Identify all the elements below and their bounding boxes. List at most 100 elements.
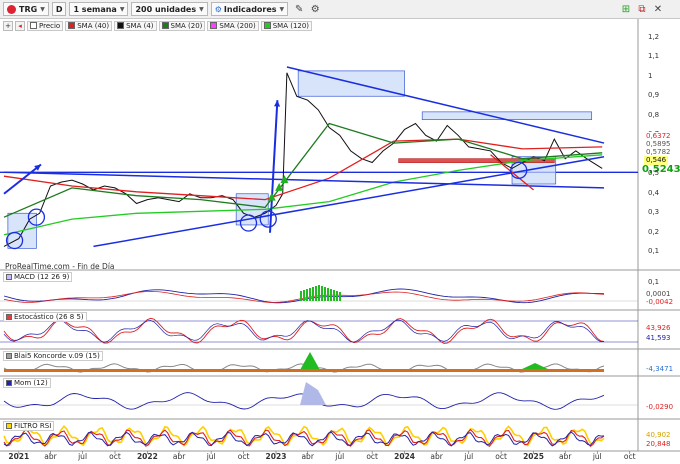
rsi-tag: 20,848 [646,440,671,448]
legend-swatch [263,22,271,29]
indicators-label: Indicadores [223,4,277,14]
legend: + ◂ Precio SMA (40) SMA (4) SMA (20) SMA (20… [3,20,314,31]
macd-histogram-bar [324,287,326,301]
legend-swatch [68,22,76,29]
price-axis-label: 1,2 [648,32,660,41]
chevron-down-icon: ▼ [199,5,204,13]
time-axis-label: oct [237,452,250,461]
legend-label: SMA (20) [170,21,203,30]
macd-histogram-bar [303,290,305,301]
legend-label: SMA (200) [219,21,256,30]
macd-histogram-bar [330,289,332,301]
time-axis-label: jul [592,452,602,461]
panel-label-rsi[interactable]: FILTRO RSI [3,421,55,431]
detach-window-icon[interactable]: ⧉ [634,2,650,16]
time-axis-label: jul [78,452,88,461]
units-select[interactable]: 200 unidades ▼ [131,2,208,16]
time-axis-label: abr [301,452,314,461]
macd-histogram-bar [321,286,323,301]
time-axis-label: 2025 [523,452,544,461]
blai5-tag: -4,3471 [646,365,674,373]
indicators-button[interactable]: ⚙ Indicadores ▼ [210,2,289,16]
legend-item[interactable]: Precio [27,20,64,31]
time-axis-label: abr [172,452,186,461]
mom-tag: -0,0290 [646,403,674,411]
expand-icon[interactable]: ◂ [15,20,25,31]
legend-label: SMA (40) [77,21,110,30]
time-axis-label: abr [44,452,57,461]
legend-item[interactable]: SMA (200) [207,20,259,31]
legend-item[interactable]: SMA (120) [260,20,313,31]
panel-label-text: Mom (12) [14,379,48,387]
period-label: 1 semana [73,4,117,14]
units-label: 200 unidades [135,4,197,14]
time-axis-label: 2021 [8,452,30,461]
macd-histogram-bar [300,291,302,301]
ticker-logo-icon [7,4,16,14]
time-axis-label: jul [206,452,216,461]
panel-label-blai5[interactable]: Blai5 Koncorde v.09 (15) [3,351,103,361]
settings-icon[interactable]: ⚙ [307,2,323,16]
legend-swatch [30,22,37,29]
legend-item[interactable]: SMA (4) [114,20,157,31]
legend-item[interactable]: SMA (40) [65,20,113,31]
macd-histogram-bar [309,288,311,301]
stoch-tag: 43,926 [646,324,671,332]
close-window-icon[interactable]: ✕ [650,2,666,16]
price-chart[interactable] [0,0,680,464]
price-tag: 0,546 [644,156,669,165]
source-label: ProRealTime.com - Fin de Día [5,262,115,271]
add-window-icon[interactable]: ⊞ [618,2,634,16]
legend-label: SMA (4) [126,21,154,30]
mode-button[interactable]: D [51,2,67,16]
time-axis-label: 2024 [394,452,416,461]
chevron-down-icon: ▼ [279,5,285,13]
macd-histogram-bar [336,291,338,301]
time-axis-label: 2023 [265,452,287,461]
time-axis-label: jul [464,452,474,461]
macd-histogram-bar [339,292,341,301]
panel-label-text: Estocástico (26 8 5) [14,313,84,321]
panel-label-mom[interactable]: Mom (12) [3,378,51,388]
macd-histogram-bar [318,285,320,301]
chevron-down-icon: ▼ [40,5,45,13]
ticker-label: TRG [19,4,38,14]
panel-swatch [6,353,12,359]
panel-label-stoch[interactable]: Estocástico (26 8 5) [3,312,87,322]
legend-item[interactable]: SMA (20) [158,20,206,31]
legend-swatch [161,22,169,29]
ticker-select[interactable]: TRG ▼ [3,2,49,16]
price-axis-label: 0,2 [648,227,660,236]
price-axis-label: 0,1 [648,247,660,256]
period-select[interactable]: 1 semana ▼ [69,2,129,16]
macd-histogram-bar [306,289,308,301]
time-axis-label: abr [430,452,443,461]
macd-axis-label: 0,1 [648,278,660,286]
legend-label: Precio [39,21,61,30]
resistance-box [398,158,555,163]
price-axis-label: 0,5 [648,169,660,178]
blai5-base [4,369,604,372]
draw-tool-icon[interactable]: ✎ [291,2,307,16]
panel-swatch [6,380,12,386]
price-axis-label: 0,8 [648,110,660,119]
legend-swatch [210,22,218,29]
time-axis-label: 2022 [136,452,158,461]
macd-histogram-bar [315,286,317,301]
time-axis-label: oct [109,452,121,461]
panel-swatch [6,423,12,429]
indicators-icon: ⚙ [214,4,222,14]
time-axis-label: oct [623,452,636,461]
toolbar: TRG ▼ D 1 semana ▼ 200 unidades ▼ ⚙ Indi… [0,0,680,19]
panel-label-text: FILTRO RSI [14,422,52,430]
time-axis-label: oct [495,452,507,461]
window-controls: ⊞ ⧉ ✕ [618,2,666,16]
price-axis-label: 1,1 [648,52,660,61]
time-axis-label: jul [335,452,345,461]
price-axis-label: 1 [648,71,653,80]
time-axis-label: oct [366,452,378,461]
collapse-icon[interactable]: + [3,20,13,31]
stoch-tag: 41,593 [646,334,671,342]
panel-label-macd[interactable]: MACD (12 26 9) [3,272,73,282]
price-axis-label: 0,9 [648,91,660,100]
